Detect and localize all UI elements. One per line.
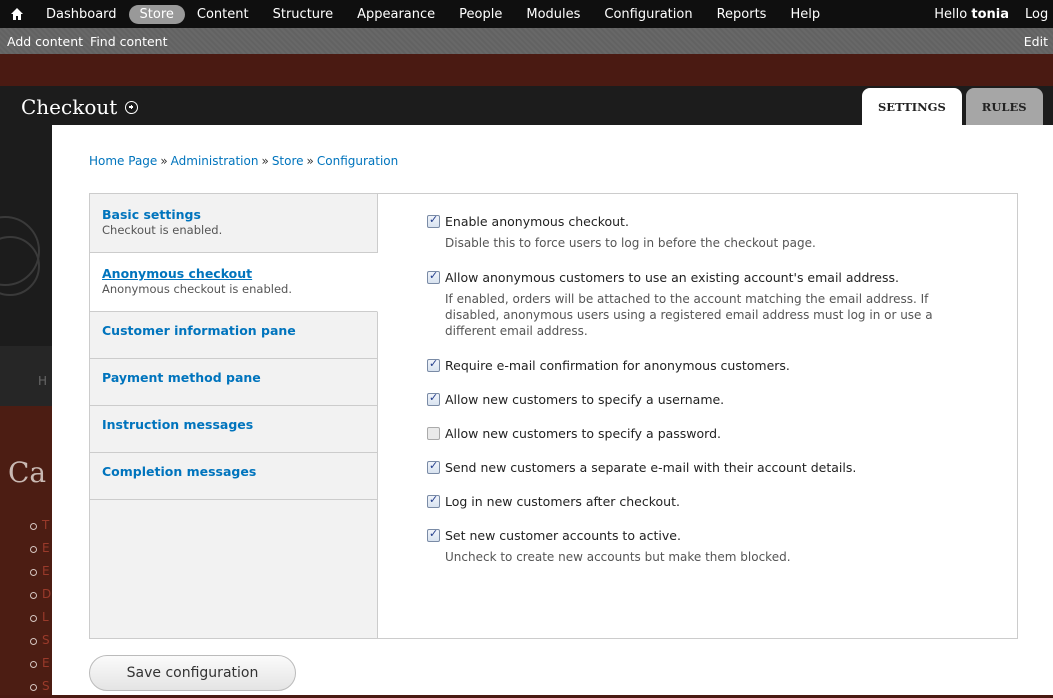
- tab-settings[interactable]: SETTINGS: [862, 88, 962, 126]
- vtab-label: Payment method pane: [102, 370, 261, 385]
- background-list-item: S: [30, 629, 51, 652]
- breadcrumb-home[interactable]: Home Page: [89, 154, 157, 168]
- vtab-anonymous-checkout[interactable]: Anonymous checkout Anonymous checkout is…: [90, 253, 378, 312]
- background-list-item: E: [30, 537, 51, 560]
- menu-store[interactable]: Store: [128, 4, 185, 24]
- option-send-account-email: Send new customers a separate e-mail wit…: [427, 459, 987, 475]
- option-description: Uncheck to create new accounts but make …: [445, 550, 791, 564]
- background-list-item: T: [30, 514, 51, 537]
- option-label[interactable]: Allow anonymous customers to use an exis…: [445, 270, 987, 285]
- toolbar-menu: Dashboard Store Content Structure Appear…: [0, 0, 1053, 28]
- background-list-item: E: [30, 652, 51, 675]
- background-nav-letter: H: [38, 374, 48, 388]
- menu-content[interactable]: Content: [185, 4, 261, 25]
- option-description: Disable this to force users to log in be…: [445, 236, 816, 250]
- checkbox-enable-anonymous-checkout[interactable]: [427, 213, 440, 228]
- edit-shortcuts-link[interactable]: Edit: [1024, 34, 1048, 49]
- menu-help[interactable]: Help: [778, 4, 832, 25]
- vertical-tab-list: Basic settings Checkout is enabled. Anon…: [90, 194, 378, 638]
- vtab-instruction-messages[interactable]: Instruction messages: [90, 406, 377, 453]
- shortcut-add-content[interactable]: Add content: [7, 34, 83, 49]
- breadcrumb-store[interactable]: Store: [272, 154, 304, 168]
- page-title-text: Checkout: [21, 95, 118, 119]
- anonymous-checkout-pane: Enable anonymous checkout. Disable this …: [427, 213, 987, 584]
- breadcrumb-separator: »: [306, 154, 314, 168]
- page-title: Checkout: [21, 95, 139, 119]
- home-icon[interactable]: [0, 0, 34, 28]
- menu-people[interactable]: People: [447, 4, 514, 25]
- option-label[interactable]: Set new customer accounts to active.: [445, 528, 987, 543]
- option-description: If enabled, orders will be attached to t…: [445, 292, 933, 338]
- vtab-label: Anonymous checkout: [102, 266, 253, 281]
- admin-toolbar: Dashboard Store Content Structure Appear…: [0, 0, 1053, 54]
- username[interactable]: tonia: [971, 7, 1009, 22]
- vtab-completion-messages[interactable]: Completion messages: [90, 453, 377, 500]
- breadcrumb-administration[interactable]: Administration: [171, 154, 259, 168]
- logout-link[interactable]: Log out: [1025, 7, 1053, 22]
- option-specify-username: Allow new customers to specify a usernam…: [427, 391, 987, 407]
- vertical-tabs: Basic settings Checkout is enabled. Anon…: [89, 193, 1018, 639]
- option-allow-existing-email: Allow anonymous customers to use an exis…: [427, 269, 987, 339]
- checkbox-specify-username[interactable]: [427, 391, 440, 406]
- vtab-label: Instruction messages: [102, 417, 254, 432]
- checkbox-accounts-active[interactable]: [427, 527, 440, 542]
- menu-dashboard[interactable]: Dashboard: [34, 4, 129, 25]
- shortcut-find-content[interactable]: Find content: [90, 34, 167, 49]
- vtab-basic-settings[interactable]: Basic settings Checkout is enabled.: [90, 194, 377, 253]
- checkbox-login-after-checkout[interactable]: [427, 493, 440, 508]
- option-accounts-active: Set new customer accounts to active. Unc…: [427, 527, 987, 565]
- breadcrumb: Home Page» Administration» Store» Configura…: [89, 154, 398, 168]
- primary-tabs: SETTINGS RULES: [862, 88, 1043, 126]
- option-specify-password: Allow new customers to specify a passwor…: [427, 426, 987, 441]
- vtab-summary: Anonymous checkout is enabled.: [102, 282, 292, 296]
- option-label[interactable]: Log in new customers after checkout.: [445, 494, 987, 509]
- option-label[interactable]: Require e-mail confirmation for anonymou…: [445, 358, 987, 373]
- vtab-label: Customer information pane: [102, 323, 296, 338]
- greeting-text: Hello: [934, 6, 972, 22]
- breadcrumb-separator: »: [160, 154, 168, 168]
- menu-reports[interactable]: Reports: [705, 4, 779, 25]
- option-require-email-confirmation: Require e-mail confirmation for anonymou…: [427, 357, 987, 373]
- checkbox-require-email-confirmation[interactable]: [427, 357, 440, 372]
- menu-structure[interactable]: Structure: [261, 4, 345, 25]
- background-list-item: D: [30, 583, 51, 606]
- user-area: Hello tonia Log out: [934, 0, 1053, 28]
- vtab-label: Completion messages: [102, 464, 257, 479]
- vtab-payment-method-pane[interactable]: Payment method pane: [90, 359, 377, 406]
- option-enable-anonymous-checkout: Enable anonymous checkout. Disable this …: [427, 213, 987, 251]
- background-list-item: L: [30, 606, 51, 629]
- tab-rules[interactable]: RULES: [965, 88, 1043, 126]
- option-label[interactable]: Allow new customers to specify a usernam…: [445, 392, 987, 407]
- menu-modules[interactable]: Modules: [514, 4, 592, 25]
- checkbox-specify-password[interactable]: [427, 427, 440, 440]
- vtab-label: Basic settings: [102, 207, 201, 222]
- vtab-customer-information-pane[interactable]: Customer information pane: [90, 312, 377, 359]
- vtab-summary: Checkout is enabled.: [102, 223, 223, 237]
- option-label[interactable]: Enable anonymous checkout.: [445, 214, 987, 229]
- save-configuration-button[interactable]: Save configuration: [89, 655, 296, 691]
- add-shortcut-icon[interactable]: [125, 100, 139, 114]
- background-list-item: E: [30, 560, 51, 583]
- breadcrumb-separator: »: [261, 154, 269, 168]
- menu-configuration[interactable]: Configuration: [592, 4, 704, 25]
- overlay-content: Home Page» Administration» Store» Configura…: [52, 125, 1053, 695]
- background-list: T E E D L S E S: [30, 514, 51, 698]
- breadcrumb-configuration[interactable]: Configuration: [317, 154, 398, 168]
- checkbox-allow-existing-email[interactable]: [427, 269, 440, 284]
- shortcuts-bar: Add content Find content Edit: [0, 28, 1053, 54]
- background-heading: Ca: [8, 456, 47, 489]
- option-login-after-checkout: Log in new customers after checkout.: [427, 493, 987, 509]
- option-label[interactable]: Allow new customers to specify a passwor…: [445, 426, 987, 441]
- option-label[interactable]: Send new customers a separate e-mail wit…: [445, 460, 987, 475]
- user-greeting: Hello tonia: [934, 7, 1009, 22]
- checkbox-send-account-email[interactable]: [427, 459, 440, 474]
- menu-appearance[interactable]: Appearance: [345, 4, 447, 25]
